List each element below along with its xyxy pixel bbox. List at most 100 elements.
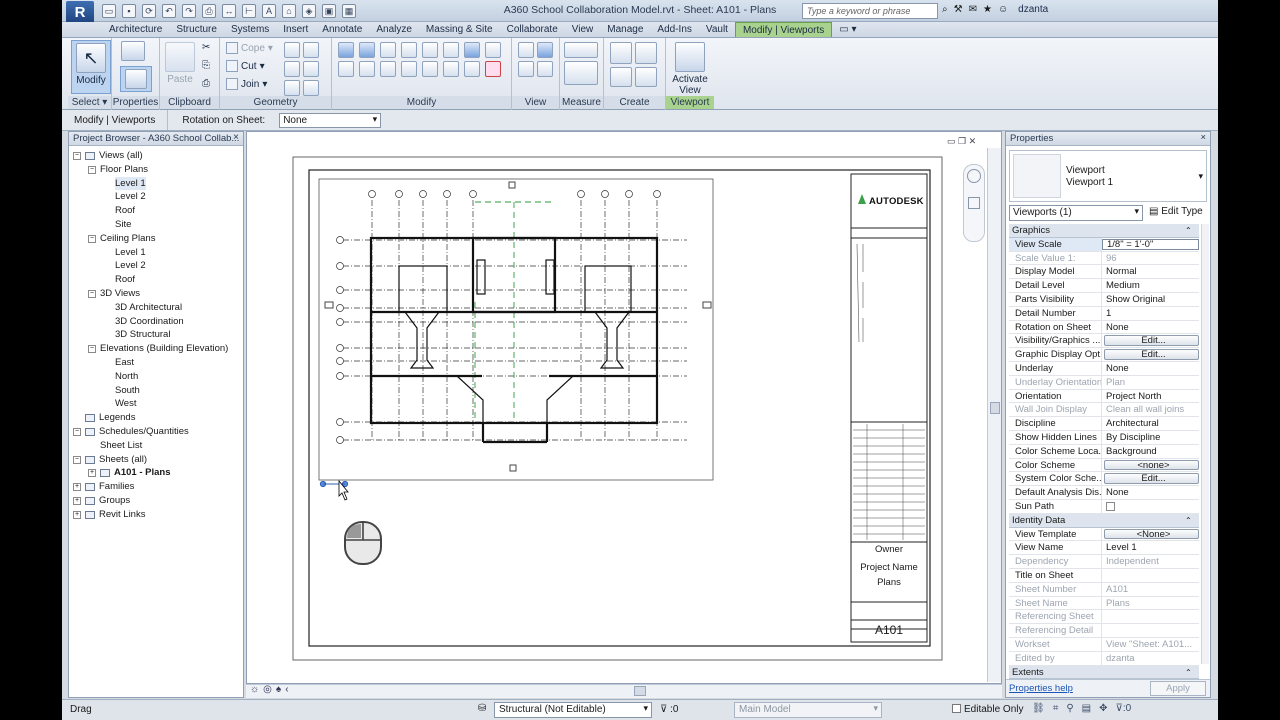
expand-icon[interactable]: + (73, 496, 81, 505)
tab-add-ins[interactable]: Add-Ins (650, 22, 698, 37)
copy-element-icon[interactable] (359, 61, 375, 77)
trim-icon[interactable] (443, 42, 459, 58)
unpin-icon[interactable] (464, 61, 480, 77)
mirror-axis-icon[interactable] (380, 42, 396, 58)
select-links-icon[interactable]: ⛓ (1032, 703, 1045, 714)
create-parts-icon[interactable] (610, 42, 632, 64)
property-value[interactable]: Normal (1102, 265, 1199, 278)
property-row[interactable]: Discipline Architectural (1009, 417, 1199, 431)
undo-icon[interactable]: ↶ (162, 4, 176, 18)
properties-help-link[interactable]: Properties help (1009, 683, 1073, 694)
collapse-icon[interactable]: ⌃ (1185, 224, 1199, 237)
user-icon[interactable]: ☺ (998, 4, 1008, 15)
properties-scrollbar[interactable] (1201, 224, 1209, 664)
paint-icon[interactable] (284, 61, 300, 77)
property-value[interactable]: 1/8" = 1'-0" (1102, 238, 1199, 250)
sun-path-icon[interactable]: ☼ (250, 684, 259, 695)
tab-structure[interactable]: Structure (169, 22, 224, 37)
browser-node[interactable]: 3D Structural (69, 328, 243, 342)
property-row[interactable]: Underlay Orientation Plan (1009, 375, 1199, 390)
sun-path-checkbox[interactable] (1106, 501, 1115, 511)
close-icon[interactable]: × (233, 132, 239, 143)
browser-node[interactable]: Roof (69, 273, 243, 287)
split-gap-icon[interactable] (422, 61, 438, 77)
sync-icon[interactable]: ⟳ (142, 4, 156, 18)
editable-only-toggle[interactable]: Editable Only (952, 704, 1023, 715)
browser-node[interactable]: − Elevations (Building Elevation) (69, 342, 243, 356)
browser-node[interactable]: − Schedules/Quantities (69, 425, 243, 439)
apply-button[interactable]: Apply (1150, 681, 1206, 696)
paste-button[interactable]: Paste (162, 40, 198, 94)
redo-icon[interactable]: ↷ (182, 4, 196, 18)
property-row[interactable]: Sun Path (1009, 499, 1199, 514)
switch-windows-icon[interactable]: ▦ (342, 4, 356, 18)
tab-systems[interactable]: Systems (224, 22, 276, 37)
property-row[interactable]: Title on Sheet (1009, 568, 1199, 583)
property-edit-button[interactable]: <none> (1104, 459, 1199, 471)
subscription-icon[interactable]: ⚒ (954, 4, 963, 15)
tab-massing-site[interactable]: Massing & Site (419, 22, 500, 37)
array-icon[interactable] (464, 42, 480, 58)
browser-node[interactable]: 3D Architectural (69, 301, 243, 315)
property-row[interactable]: Graphic Display Opt... Edit... (1009, 348, 1199, 362)
property-value[interactable]: Medium (1102, 279, 1199, 292)
type-selector[interactable]: Viewport Viewport 1 ▾ (1009, 150, 1207, 202)
expand-icon[interactable]: + (73, 510, 81, 519)
browser-node[interactable]: + Revit Links (69, 508, 243, 522)
browser-node[interactable]: Legends (69, 411, 243, 425)
split-face-icon[interactable] (303, 42, 319, 58)
vertical-scrollbar[interactable] (987, 148, 1001, 682)
tag-icon[interactable]: A (262, 4, 276, 18)
browser-node[interactable]: West (69, 397, 243, 411)
expand-icon[interactable]: + (88, 469, 96, 478)
communication-icon[interactable]: ✉ (969, 4, 977, 15)
view-filter-icon[interactable] (537, 61, 553, 77)
property-value[interactable]: Project North (1102, 390, 1199, 403)
browser-node[interactable]: − Views (all) (69, 149, 243, 163)
create-assembly-icon[interactable] (610, 67, 632, 87)
property-row[interactable]: System Color Sche... Edit... (1009, 472, 1199, 487)
print-icon[interactable]: ⎙ (202, 4, 216, 18)
property-value[interactable]: None (1102, 321, 1199, 334)
hide-icon[interactable] (537, 42, 553, 58)
property-row[interactable]: Scale Value 1: 96 (1009, 251, 1199, 266)
sheet-drawing[interactable] (247, 132, 1002, 684)
property-row[interactable]: Underlay None (1009, 361, 1199, 376)
collapse-icon[interactable]: − (88, 289, 96, 298)
create-group-icon[interactable] (635, 42, 657, 64)
browser-node[interactable]: + Groups (69, 494, 243, 508)
split-icon[interactable] (422, 42, 438, 58)
property-value[interactable]: None (1102, 362, 1199, 375)
open-icon[interactable]: ▭ (102, 4, 116, 18)
property-value[interactable]: None (1102, 486, 1199, 499)
crop-view-icon[interactable]: ‹ (285, 684, 288, 695)
browser-node[interactable]: North (69, 370, 243, 384)
save-icon[interactable]: ▪ (122, 4, 136, 18)
binoculars-icon[interactable]: ⌕ (942, 4, 948, 15)
rotate-icon[interactable] (380, 61, 396, 77)
lock-icon[interactable] (509, 464, 517, 472)
browser-node[interactable]: Site (69, 218, 243, 232)
tab-manage[interactable]: Manage (600, 22, 650, 37)
browser-node[interactable]: Level 2 (69, 259, 243, 273)
property-value[interactable]: Show Original (1102, 293, 1199, 306)
trim-extend-icon[interactable] (401, 61, 417, 77)
property-row[interactable]: Orientation Project North (1009, 389, 1199, 404)
steering-wheel-icon[interactable] (967, 169, 981, 183)
property-edit-button[interactable]: Edit... (1104, 335, 1199, 347)
browser-node[interactable]: Roof (69, 204, 243, 218)
property-row[interactable]: Color Scheme Loca... Background (1009, 444, 1199, 459)
drawing-canvas[interactable]: AUTODESK Owner Project Name Plans A101 ▭… (246, 131, 1002, 684)
browser-node[interactable]: − Floor Plans (69, 163, 243, 177)
align-icon[interactable] (338, 42, 354, 58)
horizontal-scroll-thumb[interactable] (634, 686, 646, 696)
edit-type-button[interactable]: ▤ Edit Type (1149, 206, 1203, 217)
horizontal-scrollbar[interactable] (246, 684, 1002, 698)
property-row[interactable]: Show Hidden Lines By Discipline (1009, 430, 1199, 445)
cut-geometry-button[interactable]: Cut ▾ (226, 60, 265, 72)
tab-insert[interactable]: Insert (276, 22, 315, 37)
demolish-icon[interactable] (284, 80, 300, 96)
measure-distance-icon[interactable] (564, 42, 598, 58)
move-icon[interactable] (338, 61, 354, 77)
property-value[interactable]: Background (1102, 445, 1199, 458)
